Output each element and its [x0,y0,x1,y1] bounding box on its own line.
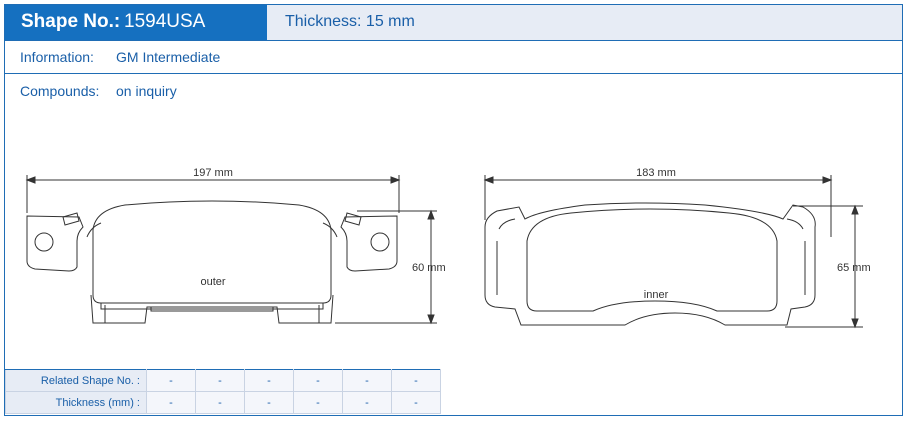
outer-pad-shape [26,200,398,324]
pad-drawing: 197 mm 60 mm outer 183 mm 65 mm inner [25,167,871,329]
inner-height-label: 65 mm [837,262,871,274]
related-thickness-cell: - [342,391,392,414]
related-shapes-table: Related Shape No. : - - - - - - Thicknes… [5,369,441,414]
outer-face-label: outer [200,276,225,288]
related-shape-row: Related Shape No. : - - - - - - [5,369,441,392]
inner-pad-shape [484,202,816,326]
related-thickness-cell: - [195,391,245,414]
related-shape-cell: - [244,369,294,392]
outer-dimension-lines [25,175,437,325]
related-thickness-cell: - [244,391,294,414]
shape-card: Shape No.: 1594USA Thickness: 15 mm Info… [4,4,903,416]
related-thickness-cell: - [293,391,343,414]
related-shape-cell: - [146,369,196,392]
outer-width-label: 197 mm [193,167,233,179]
related-shape-cell: - [391,369,441,392]
outer-height-label: 60 mm [412,262,446,274]
inner-face-label: inner [644,289,669,301]
related-thickness-cell: - [146,391,196,414]
inner-dimension-lines [483,175,863,329]
related-thickness-header: Thickness (mm) : [5,391,147,414]
related-shape-cell: - [195,369,245,392]
related-thickness-row: Thickness (mm) : - - - - - - [5,391,441,414]
related-shape-cell: - [293,369,343,392]
related-shape-cell: - [342,369,392,392]
related-thickness-cell: - [391,391,441,414]
related-shape-header: Related Shape No. : [5,369,147,392]
inner-width-label: 183 mm [636,167,676,179]
